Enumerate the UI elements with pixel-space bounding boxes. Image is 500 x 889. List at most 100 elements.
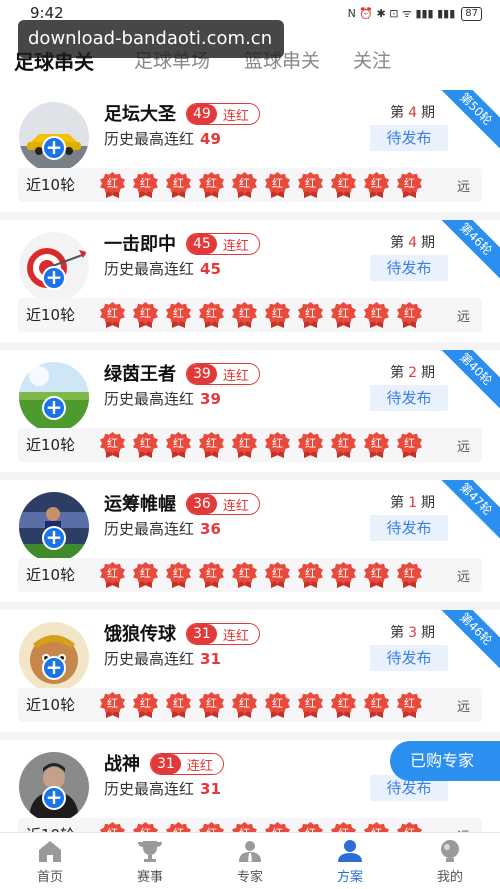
expert-card[interactable]: + 足坛大圣 49 连红 历史最高连红 49 第 4 期待发布 第50轮 近10轮红红红红红红红红红… [0, 90, 500, 212]
streak-label: 连红 [186, 758, 213, 774]
win-medal-icon: 红 [298, 172, 323, 198]
win-medal-icon: 红 [232, 692, 257, 718]
win-medal-icon: 红 [199, 172, 224, 198]
win-medal-icon: 红 [298, 822, 323, 832]
period-prefix: 第 [390, 105, 405, 121]
medal-text: 红 [239, 437, 250, 450]
expert-card[interactable]: + 绿茵王者 39 连红 历史最高连红 39 第 2 期待发布 第40轮 近10轮红红红红红红红红红… [0, 350, 500, 472]
home-icon [36, 839, 64, 863]
medal-list: 红红红红红红红红红红 [100, 172, 422, 198]
streak-badge: 31 连红 [150, 753, 224, 775]
medal-text: 红 [338, 307, 349, 320]
history-label: 历史最高连红 [104, 260, 195, 278]
pending-status-button[interactable]: 待发布 [370, 515, 448, 541]
win-medal-icon: 红 [133, 172, 158, 198]
trophy-icon [136, 839, 164, 863]
streak-count: 31 [151, 754, 181, 774]
win-medal-icon: 红 [100, 562, 125, 588]
period-prefix: 第 [390, 625, 405, 641]
medal-text: 红 [305, 177, 316, 190]
follow-plus-icon[interactable]: + [42, 786, 66, 810]
win-medal-icon: 红 [100, 692, 125, 718]
follow-plus-icon[interactable]: + [42, 656, 66, 680]
nav-experts[interactable]: 专家 [200, 833, 300, 889]
far-label: 远 [456, 180, 470, 195]
medal-text: 红 [199, 825, 224, 832]
win-medal-icon: 红 [232, 302, 257, 328]
medal-text: 红 [338, 177, 349, 190]
history-best: 历史最高连红 39 [104, 388, 221, 409]
nav-home[interactable]: 首页 [0, 833, 100, 889]
medal-text: 红 [107, 437, 118, 450]
medal-text: 红 [305, 567, 316, 580]
nav-plans[interactable]: 方案 [300, 833, 400, 889]
period-suffix: 期 [421, 625, 435, 641]
history-value: 49 [200, 130, 221, 148]
follow-plus-icon[interactable]: + [42, 396, 66, 420]
history-value: 31 [200, 650, 221, 668]
expert-card[interactable]: + 运筹帷幄 36 连红 历史最高连红 36 第 1 期待发布 第47轮 近10轮红红红红红红红红红… [0, 480, 500, 602]
streak-label: 连红 [222, 498, 249, 514]
win-medal-icon: 红 [265, 432, 290, 458]
win-medal-icon: 红 [232, 562, 257, 588]
nav-profile[interactable]: 我的 [400, 833, 500, 889]
streak-label: 连红 [222, 628, 249, 644]
period: 第1期 [390, 492, 435, 512]
medal-text: 红 [133, 825, 158, 832]
nav-events[interactable]: 赛事 [100, 833, 200, 889]
medal-list: 红红红红红红红红红红 [100, 822, 422, 832]
recent-results-row: 近10轮 红 红 红 红 红 红 红 红 红 红 远 [18, 298, 482, 332]
medal-text: 红 [107, 177, 118, 190]
win-medal-icon: 红 [298, 432, 323, 458]
win-medal-icon: 红 [397, 432, 422, 458]
medal-text: 红 [140, 697, 151, 710]
period-suffix: 期 [421, 495, 435, 511]
history-label: 历史最高连红 [104, 130, 195, 148]
streak-label: 连红 [222, 238, 249, 254]
tab-follow[interactable]: 关注 [353, 46, 391, 73]
win-medal-icon: 红 [232, 432, 257, 458]
win-medal-icon: 红 [397, 822, 422, 832]
win-medal-icon: 红 [364, 432, 389, 458]
medal-text: 红 [305, 697, 316, 710]
pending-status-button[interactable]: 待发布 [370, 125, 448, 151]
win-medal-icon: 红 [100, 822, 125, 832]
win-medal-icon: 红 [100, 432, 125, 458]
follow-plus-icon[interactable]: + [42, 136, 66, 160]
win-medal-icon: 红 [331, 822, 356, 832]
follow-plus-icon[interactable]: + [42, 526, 66, 550]
medal-text: 红 [107, 567, 118, 580]
win-medal-icon: 红 [265, 302, 290, 328]
bottom-nav: 首页 赛事 专家 方案 我的 [0, 832, 500, 889]
status-indicator-icons: N ⏰ ✱ ⊡ ᯤ ▮▮▮ ▮▮▮ [347, 7, 456, 20]
expert-icon [236, 839, 264, 863]
win-medal-icon: 红 [133, 822, 158, 832]
recent-results-row: 近10轮 红 红 红 红 红 红 红 红 红 红 远 [18, 168, 482, 202]
pending-status-button[interactable]: 待发布 [370, 645, 448, 671]
period: 第4期 [390, 102, 435, 122]
medal-list: 红红红红红红红红红红 [100, 562, 422, 588]
medal-text: 红 [173, 567, 184, 580]
win-medal-icon: 红 [331, 302, 356, 328]
history-label: 历史最高连红 [104, 520, 195, 538]
pending-status-button[interactable]: 待发布 [370, 385, 448, 411]
medal-text: 红 [272, 177, 283, 190]
win-medal-icon: 红 [133, 692, 158, 718]
medal-text: 红 [206, 567, 217, 580]
period-number: 2 [408, 365, 417, 381]
streak-count: 36 [187, 494, 217, 514]
purchased-experts-button[interactable]: 已购专家 [390, 741, 500, 781]
follow-plus-icon[interactable]: + [42, 266, 66, 290]
medal-text: 红 [404, 177, 415, 190]
win-medal-icon: 红 [265, 172, 290, 198]
medal-text: 红 [371, 307, 382, 320]
period-number: 1 [408, 495, 417, 511]
medal-text: 红 [173, 437, 184, 450]
recent-results-row: 近10轮 红 红 红 红 红 红 红 红 红 红 远 [18, 688, 482, 722]
expert-card[interactable]: + 一击即中 45 连红 历史最高连红 45 第 4 期待发布 第46轮 近10轮红红红红红红红红红… [0, 220, 500, 342]
pending-status-button[interactable]: 待发布 [370, 255, 448, 281]
history-best: 历史最高连红 31 [104, 648, 221, 669]
expert-card[interactable]: + 饿狼传球 31 连红 历史最高连红 31 第 3 期待发布 第46轮 近10轮红红红红红红红红红… [0, 610, 500, 732]
medal-text: 红 [338, 697, 349, 710]
medal-text: 红 [239, 177, 250, 190]
